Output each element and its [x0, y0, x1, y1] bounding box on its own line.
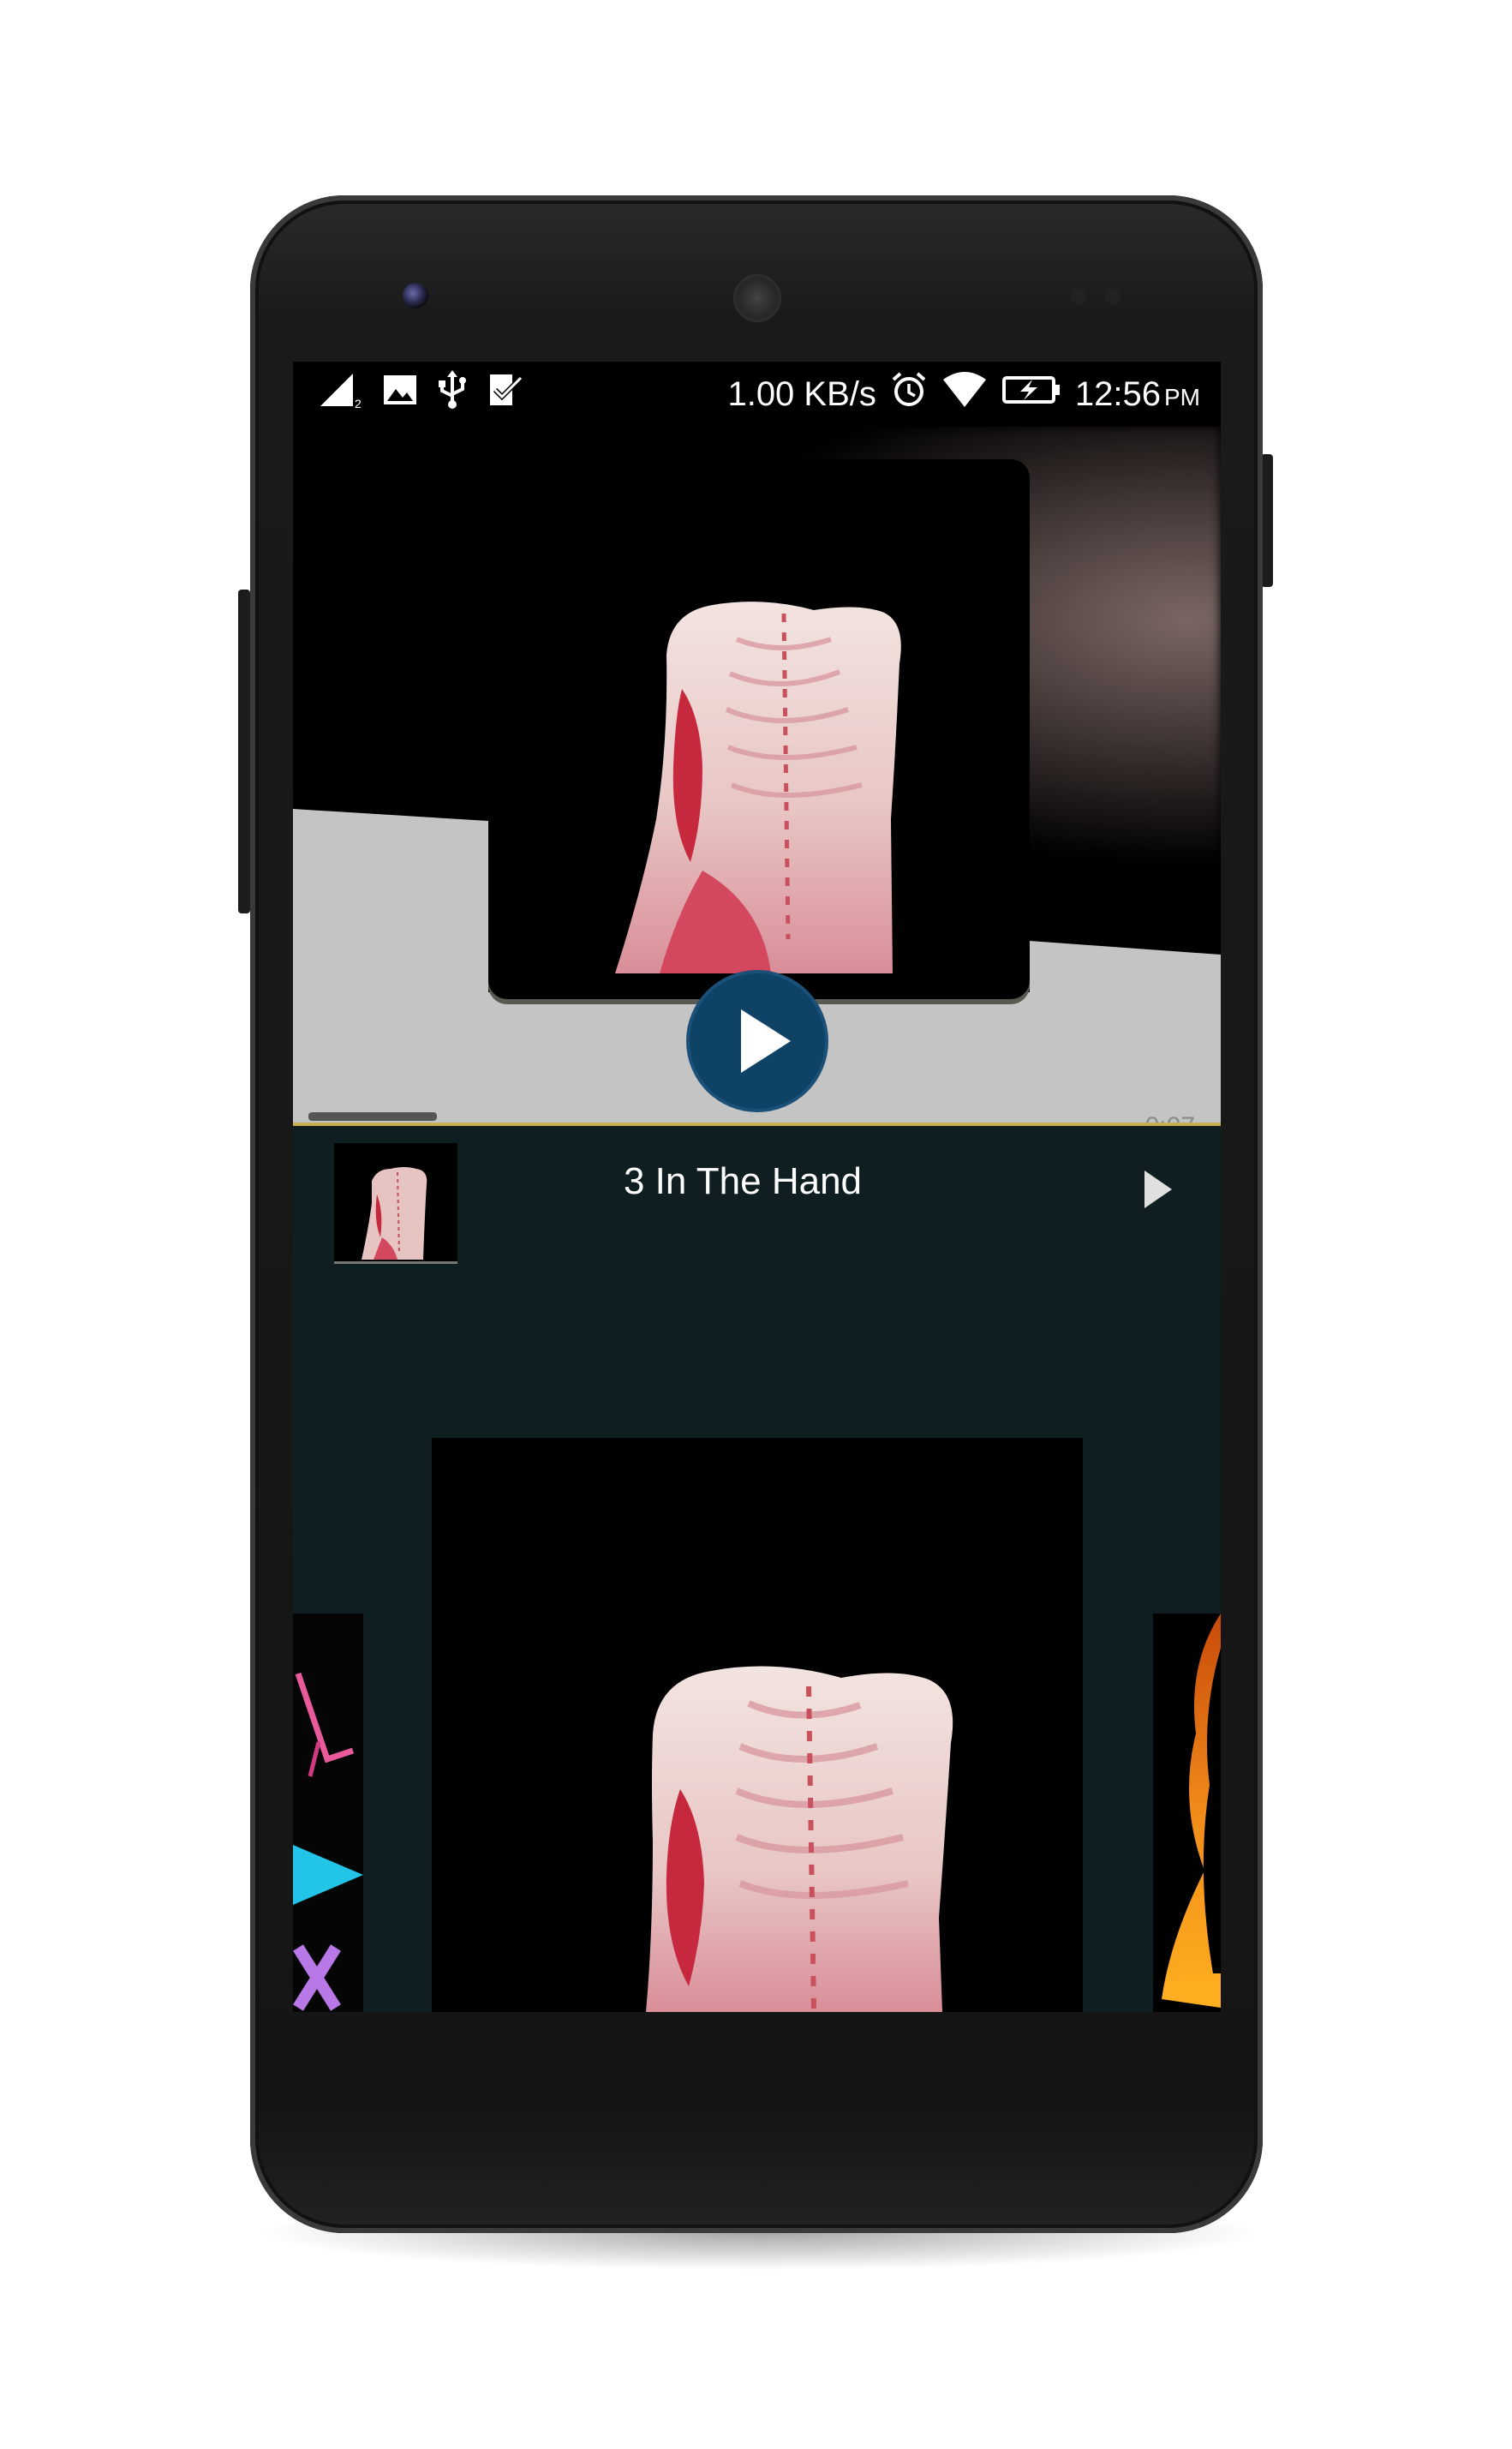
wifi-icon [941, 371, 988, 417]
album-art-right[interactable] [1153, 1614, 1221, 2012]
album-carousel[interactable] [293, 1438, 1221, 2012]
earpiece-speaker [733, 274, 781, 322]
volume-button [238, 590, 250, 913]
play-button[interactable] [690, 973, 825, 1109]
seek-bar-thumb[interactable] [308, 1112, 437, 1121]
album-art-left[interactable] [293, 1614, 363, 2012]
album-art-image [615, 602, 901, 973]
status-bar: 2 1.00 KB/s 12:56 PM [293, 362, 1221, 427]
hero-artwork-area[interactable]: 0:07 [293, 427, 1221, 1126]
network-speed: 1.00 KB/s [727, 374, 876, 413]
alarm-icon [890, 371, 928, 417]
track-title: 3 In The Hand [623, 1160, 863, 1202]
now-playing-row[interactable]: 3 In The Hand [293, 1126, 1221, 1280]
clock-ampm: PM [1164, 383, 1200, 410]
sim-label: 2 [355, 397, 362, 410]
now-playing-thumbnail [334, 1143, 457, 1264]
play-icon [741, 1009, 791, 1073]
mini-play-button[interactable] [1141, 1167, 1175, 1212]
usb-icon [433, 370, 471, 418]
proximity-sensor [1071, 289, 1086, 304]
battery-charging-icon [1001, 373, 1061, 416]
task-check-icon [487, 371, 524, 417]
mini-play-icon [1144, 1171, 1172, 1208]
clock: 12:56 PM [1075, 375, 1200, 414]
album-art-card[interactable] [488, 459, 1030, 999]
clock-time: 12:56 [1074, 374, 1161, 413]
screen: 2 1.00 KB/s 12:56 PM 3 In The Hand [293, 362, 1221, 2012]
signal-icon: 2 [319, 370, 367, 418]
front-camera-icon [403, 283, 428, 308]
album-art-current[interactable] [432, 1438, 1083, 2012]
gallery-icon [382, 372, 418, 416]
light-sensor [1105, 289, 1121, 304]
power-button [1261, 454, 1273, 587]
